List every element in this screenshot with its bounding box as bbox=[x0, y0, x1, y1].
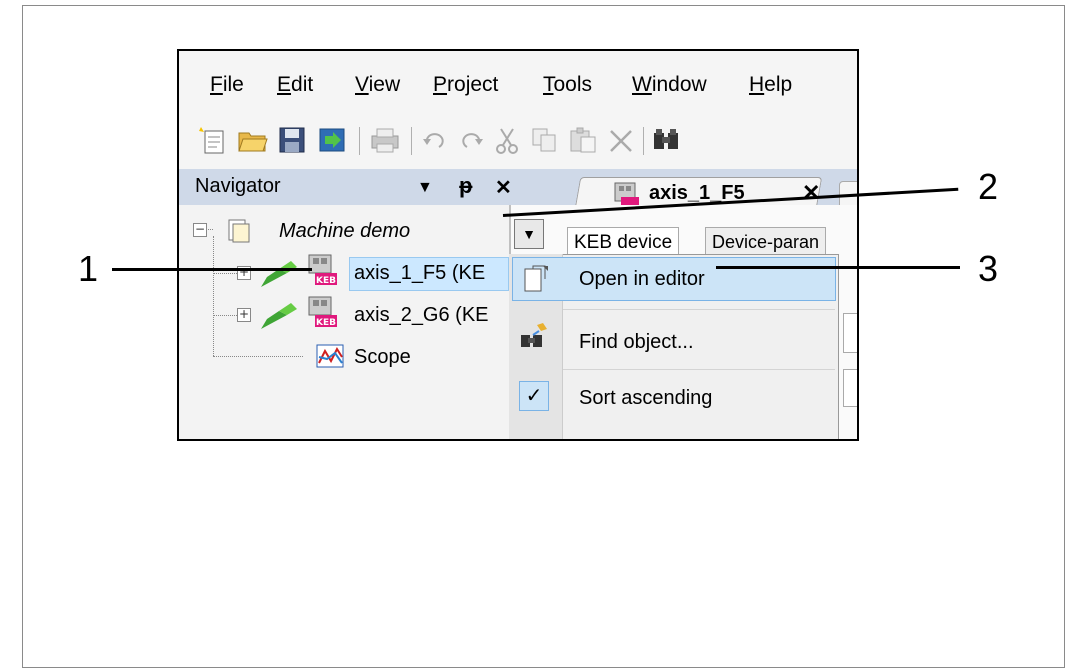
menu-view[interactable]: View bbox=[355, 73, 400, 97]
callout-number-1: 1 bbox=[78, 248, 99, 289]
collapse-toggle[interactable]: − bbox=[193, 223, 207, 237]
menu-window[interactable]: Window bbox=[632, 73, 707, 97]
pin-icon[interactable]: ᵽ bbox=[459, 173, 472, 199]
subtab-device-parameters[interactable]: Device-paran bbox=[705, 227, 827, 257]
paste-icon[interactable] bbox=[567, 125, 599, 155]
new-file-icon[interactable] bbox=[197, 125, 229, 155]
print-icon[interactable] bbox=[369, 125, 401, 155]
context-menu-separator bbox=[563, 369, 835, 370]
tree-item-axis-2[interactable]: axis_2_G6 (KE bbox=[354, 304, 489, 327]
menu-item-open-in-editor[interactable]: Open in editor bbox=[579, 268, 705, 291]
menu-file[interactable]: File bbox=[210, 73, 244, 97]
tree-root-label[interactable]: Machine demo bbox=[279, 220, 410, 243]
tree-dropdown-button[interactable]: ▼ bbox=[514, 219, 544, 249]
menu-help[interactable]: Help bbox=[749, 73, 792, 97]
project-icon bbox=[228, 219, 250, 243]
tab-close-icon[interactable]: ✕ bbox=[802, 180, 820, 206]
redo-icon[interactable] bbox=[455, 125, 487, 155]
menu-item-sort-ascending[interactable]: Sort ascending bbox=[579, 387, 712, 410]
callout-line-3 bbox=[716, 266, 960, 269]
scope-icon bbox=[316, 344, 344, 368]
expand-toggle[interactable]: + bbox=[237, 308, 251, 322]
copy-icon[interactable] bbox=[529, 125, 561, 155]
tree-line bbox=[213, 356, 303, 357]
toolbar-separator bbox=[359, 127, 360, 155]
menu-edit[interactable]: Edit bbox=[277, 73, 313, 97]
open-folder-icon[interactable] bbox=[237, 125, 269, 155]
callout-number-2: 2 bbox=[978, 166, 999, 207]
open-in-editor-icon bbox=[524, 265, 548, 292]
callout-line-1 bbox=[112, 268, 312, 271]
callout-number-3: 3 bbox=[978, 248, 999, 289]
svg-text:KEB: KEB bbox=[316, 318, 336, 328]
tree-line bbox=[213, 236, 214, 356]
menu-item-find-object[interactable]: Find object... bbox=[579, 331, 694, 354]
navigator-dropdown-icon[interactable]: ▼ bbox=[417, 179, 433, 197]
cut-icon[interactable] bbox=[491, 125, 523, 155]
svg-text:KEB: KEB bbox=[316, 276, 336, 286]
toolbar-separator bbox=[411, 127, 412, 155]
tree-item-axis-1[interactable]: axis_1_F5 (KE bbox=[354, 262, 485, 285]
find-object-icon bbox=[521, 323, 547, 347]
context-menu-separator bbox=[563, 309, 835, 310]
keb-device-icon bbox=[614, 182, 639, 206]
app-screenshot: File Edit View Project Tools Window Help bbox=[177, 49, 859, 441]
menu-project[interactable]: Project bbox=[433, 73, 498, 97]
navigator-close-icon[interactable]: ✕ bbox=[495, 175, 512, 200]
toolbar-separator bbox=[643, 127, 644, 155]
partial-field bbox=[843, 313, 857, 353]
tree-item-scope[interactable]: Scope bbox=[354, 346, 411, 369]
keb-device-icon: KEB bbox=[308, 296, 337, 328]
partial-field bbox=[843, 369, 857, 407]
check-icon: ✓ bbox=[519, 381, 549, 411]
navigator-title: Navigator bbox=[195, 175, 281, 197]
menu-tools[interactable]: Tools bbox=[543, 73, 592, 97]
subtab-keb-device[interactable]: KEB device bbox=[567, 227, 680, 257]
import-icon[interactable] bbox=[317, 125, 349, 155]
save-icon[interactable] bbox=[277, 125, 309, 155]
find-icon[interactable] bbox=[651, 125, 683, 155]
undo-icon[interactable] bbox=[419, 125, 451, 155]
delete-icon[interactable] bbox=[605, 125, 637, 155]
